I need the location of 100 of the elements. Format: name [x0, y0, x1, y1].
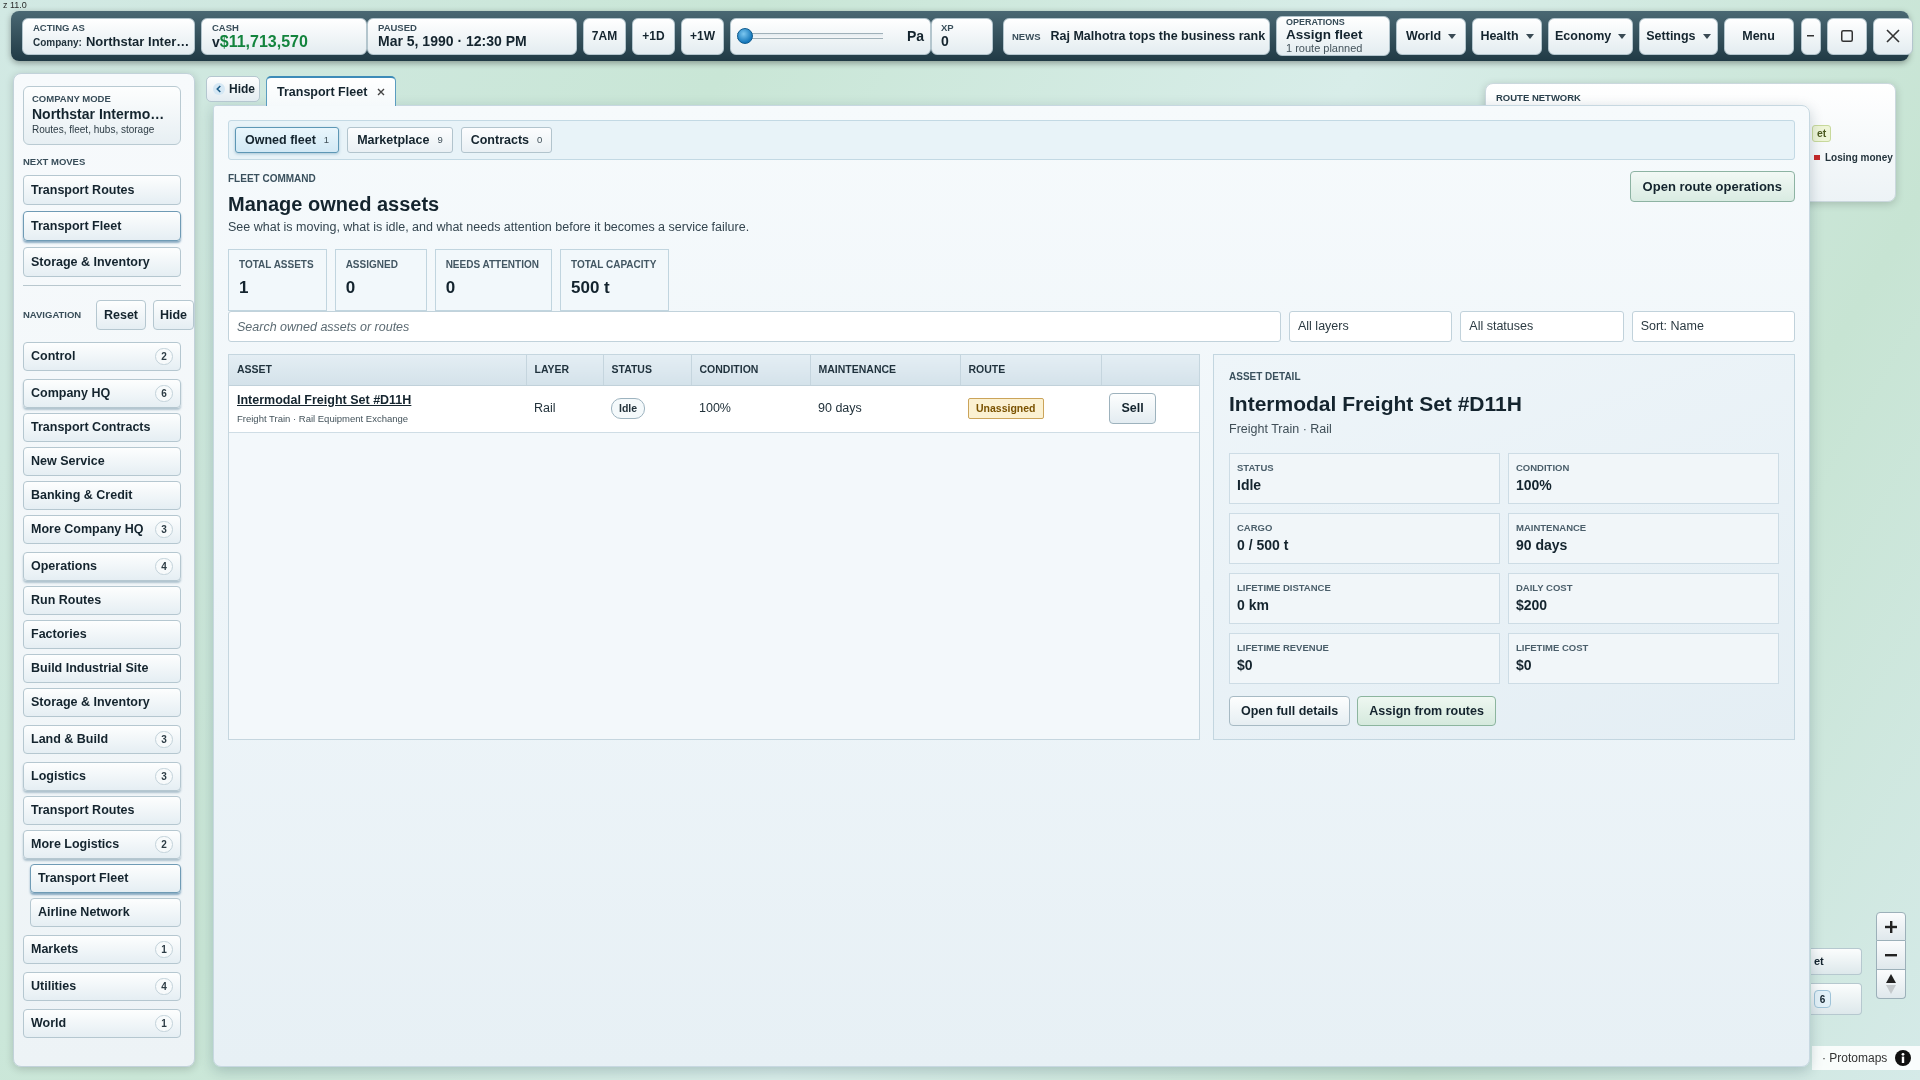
asset-subtitle: Freight Train · Rail Equipment Exchange [237, 412, 410, 427]
stat-label: TOTAL CAPACITY [571, 259, 657, 271]
time-step-button[interactable]: +1W [681, 17, 724, 55]
table-cell: 100% [691, 385, 810, 432]
action-button[interactable]: Open full details [1229, 696, 1351, 726]
speed-label: Pa [906, 27, 924, 45]
operations-title: Assign fleet [1286, 27, 1364, 42]
stat-label: ASSIGNED [345, 259, 399, 271]
nav-item[interactable]: More Logistics 2 [23, 830, 181, 859]
tab-count: 9 [437, 132, 443, 147]
view-tab[interactable]: Contracts 0 [460, 127, 553, 153]
minimize-button[interactable] [1800, 17, 1821, 55]
time-step-button[interactable]: +1D [632, 17, 675, 55]
close-button[interactable] [1872, 17, 1913, 55]
nav-item[interactable]: Storage & Inventory [23, 688, 181, 717]
search-field[interactable]: Search owned assets or routes [228, 311, 1281, 342]
nav-item[interactable]: More Company HQ 3 [23, 515, 181, 544]
route-badge: Unassigned [968, 397, 1044, 420]
tab-count: 1 [323, 132, 330, 147]
close-icon [377, 88, 386, 96]
menu-button[interactable]: Settings [1639, 17, 1718, 55]
field-label: CARGO [1237, 522, 1274, 533]
nav-action-button[interactable]: Reset [96, 300, 146, 330]
count-badge: 2 [155, 348, 173, 365]
nav-item[interactable]: Factories [23, 620, 181, 649]
view-tab[interactable]: Owned fleet 1 [235, 127, 340, 153]
nav-item[interactable]: Airline Network [30, 898, 181, 927]
hide-panel-button[interactable]: Hide [206, 76, 260, 102]
shortcut-button[interactable]: Transport Fleet [23, 211, 181, 241]
menu-button[interactable]: Menu [1723, 17, 1794, 55]
maximize-icon [1840, 30, 1853, 42]
count-badge: 3 [155, 521, 173, 538]
nav-item[interactable]: New Service [23, 447, 181, 476]
stat-value: 0 [345, 278, 357, 298]
nav-item[interactable]: Logistics 3 [23, 762, 181, 791]
nav-item[interactable]: Markets 1 [23, 935, 181, 964]
count-badge: 2 [155, 836, 173, 853]
slider-thumb[interactable] [737, 28, 753, 44]
menu-button[interactable]: Health [1472, 17, 1542, 55]
section-label: NAVIGATION [23, 307, 82, 322]
time-step-button[interactable]: 7AM [583, 17, 626, 55]
nav-item[interactable]: Company HQ 6 [23, 379, 181, 408]
field-value: 0 km [1237, 597, 1270, 614]
tab-count: 0 [537, 132, 543, 147]
shortcut-button[interactable]: Transport Routes [23, 175, 181, 205]
menu-button[interactable]: Economy [1548, 17, 1634, 55]
asset-link[interactable]: Intermodal Freight Set #D11H [237, 392, 412, 407]
map-overlay-button[interactable]: 6 [1811, 983, 1862, 1015]
nav-action-button[interactable]: Hide [153, 300, 194, 330]
card-label: PAUSED [378, 22, 418, 33]
count-badge: 4 [155, 558, 173, 575]
sell-button[interactable]: Sell [1109, 393, 1156, 424]
xp-value: 0 [941, 33, 950, 50]
nav-item[interactable]: World 1 [23, 1009, 181, 1038]
legend-label: Losing money [1825, 151, 1893, 165]
nav-item[interactable]: Build Industrial Site [23, 654, 181, 683]
card-title: ROUTE NETWORK [1496, 92, 1581, 104]
field-value: $0 [1516, 657, 1533, 674]
section-label: FLEET COMMAND [228, 173, 317, 185]
zoom-in-button[interactable] [1876, 912, 1906, 941]
field-value: $0 [1237, 657, 1254, 674]
stat-value: 1 [239, 278, 250, 298]
nav-item[interactable]: Utilities 4 [23, 972, 181, 1001]
card-label: NEWS [1012, 30, 1041, 42]
zoom-out-button[interactable] [1876, 941, 1906, 970]
news-headline: Raj Malhotra tops the business rank [1050, 27, 1266, 45]
stat-value: 500 t [571, 278, 611, 298]
nav-item[interactable]: Land & Build 3 [23, 725, 181, 754]
filter-select[interactable]: All layers [1289, 311, 1453, 342]
map-overlay-button[interactable]: et [1811, 948, 1862, 975]
column-header: LAYER [526, 355, 603, 385]
filter-select[interactable]: Sort: Name [1631, 311, 1795, 342]
minimize-icon [1807, 35, 1815, 37]
plus-icon [1885, 920, 1897, 933]
compass-button[interactable] [1876, 970, 1906, 999]
route-operations-button[interactable]: Open route operations [1629, 171, 1795, 202]
field-label: LIFETIME DISTANCE [1237, 582, 1332, 593]
shortcut-button[interactable]: Storage & Inventory [23, 247, 181, 277]
menu-button[interactable]: World [1396, 17, 1466, 55]
nav-item[interactable]: Run Routes [23, 586, 181, 615]
action-button[interactable]: Assign from routes [1357, 696, 1496, 726]
date-time: Mar 5, 1990 · 12:30 PM [378, 33, 528, 50]
nav-item[interactable]: Transport Routes [23, 796, 181, 825]
nav-item[interactable]: Banking & Credit [23, 481, 181, 510]
asset-subtitle: Freight Train · Rail [1229, 421, 1333, 437]
nav-item[interactable]: Transport Fleet [30, 864, 181, 893]
nav-item[interactable]: Control 2 [23, 342, 181, 371]
nav-item[interactable]: Transport Contracts [23, 413, 181, 442]
nav-item[interactable]: Operations 4 [23, 552, 181, 581]
filter-select[interactable]: All statuses [1460, 311, 1624, 342]
panel-tab[interactable]: Transport Fleet [266, 76, 397, 106]
maximize-button[interactable] [1826, 17, 1867, 55]
caret-down-icon [1618, 33, 1627, 39]
count-badge: 4 [155, 978, 173, 995]
field-label: DAILY COST [1516, 582, 1574, 593]
stat-label: NEEDS ATTENTION [445, 259, 539, 271]
column-header: STATUS [603, 355, 691, 385]
view-tab[interactable]: Marketplace 9 [347, 127, 453, 153]
section-label: ASSET DETAIL [1229, 371, 1302, 383]
field-label: LIFETIME REVENUE [1237, 642, 1330, 653]
